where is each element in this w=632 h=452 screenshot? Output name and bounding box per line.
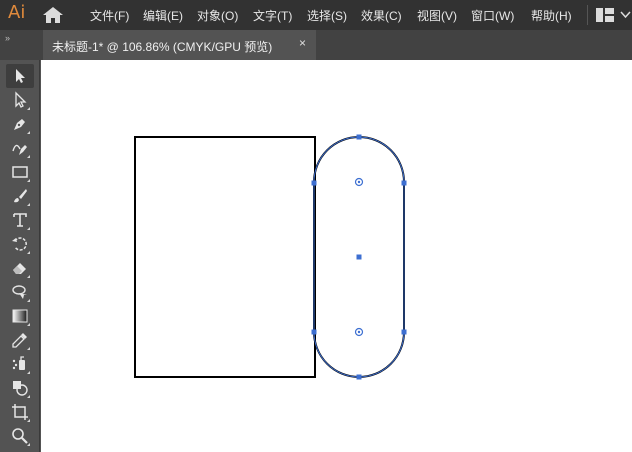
- menu-bar: Ai 文件(F) 编辑(E) 对象(O) 文字(T) 选择(S) 效果(C) 视…: [0, 0, 632, 30]
- flyout-indicator: [27, 347, 30, 350]
- menu-edit[interactable]: 编辑(E): [143, 7, 183, 24]
- close-tab-button[interactable]: ×: [299, 36, 306, 50]
- flyout-indicator: [27, 443, 30, 446]
- artboard-tool[interactable]: [6, 400, 34, 424]
- arrow-icon: [16, 69, 25, 83]
- menu-window[interactable]: 窗口(W): [471, 7, 514, 24]
- menu-help[interactable]: 帮助(H): [531, 7, 572, 24]
- menu-effect[interactable]: 效果(C): [361, 7, 402, 24]
- flyout-indicator: [27, 275, 30, 278]
- home-icon[interactable]: [42, 6, 64, 24]
- flyout-indicator: [27, 107, 30, 110]
- anchor-point[interactable]: [311, 180, 317, 186]
- gradient-tool[interactable]: [6, 304, 34, 328]
- panel-collapse-icon[interactable]: »: [5, 33, 10, 43]
- pen-tool[interactable]: [6, 112, 34, 136]
- anchor-point[interactable]: [356, 134, 362, 140]
- symbol-sprayer-tool[interactable]: [6, 352, 34, 376]
- rectangle-shape[interactable]: [134, 136, 316, 378]
- paintbrush-tool[interactable]: [6, 184, 34, 208]
- anchor-point[interactable]: [401, 329, 407, 335]
- tools-panel: [0, 60, 40, 452]
- menu-object[interactable]: 对象(O): [197, 7, 238, 24]
- artwork[interactable]: [41, 60, 632, 452]
- flyout-indicator: [27, 371, 30, 374]
- workspace-switcher-icon[interactable]: [596, 8, 614, 22]
- flyout-indicator: [27, 179, 30, 182]
- menu-view[interactable]: 视图(V): [417, 7, 457, 24]
- eyedropper-tool[interactable]: [6, 328, 34, 352]
- menu-type[interactable]: 文字(T): [253, 7, 292, 24]
- flyout-indicator: [27, 299, 30, 302]
- flyout-indicator: [27, 251, 30, 254]
- selection-overlay: [311, 134, 407, 380]
- app-logo: Ai: [8, 2, 26, 23]
- anchor-point[interactable]: [311, 329, 317, 335]
- flyout-indicator: [27, 419, 30, 422]
- eraser-tool[interactable]: [6, 256, 34, 280]
- document-tab-title: 未标题-1* @ 106.86% (CMYK/GPU 预览): [52, 40, 273, 54]
- flyout-indicator: [27, 323, 30, 326]
- flyout-indicator: [27, 203, 30, 206]
- corner-widget[interactable]: [354, 327, 364, 337]
- type-tool[interactable]: [6, 208, 34, 232]
- selection-tool[interactable]: [6, 64, 34, 88]
- center-point: [356, 254, 362, 260]
- flyout-indicator: [27, 227, 30, 230]
- artboard-canvas[interactable]: [41, 60, 632, 452]
- corner-widget[interactable]: [354, 177, 364, 187]
- flyout-indicator: [27, 155, 30, 158]
- flyout-indicator: [27, 395, 30, 398]
- lasso-tool[interactable]: [6, 280, 34, 304]
- curvature-tool[interactable]: [6, 136, 34, 160]
- menu-divider: [587, 5, 588, 25]
- anchor-point[interactable]: [401, 180, 407, 186]
- rotate-tool[interactable]: [6, 232, 34, 256]
- flyout-indicator: [27, 131, 30, 134]
- menu-file[interactable]: 文件(F): [90, 7, 129, 24]
- rectangle-tool[interactable]: [6, 160, 34, 184]
- anchor-point[interactable]: [356, 374, 362, 380]
- zoom-tool[interactable]: [6, 424, 34, 448]
- shape-builder-tool[interactable]: [6, 376, 34, 400]
- direct-selection-tool[interactable]: [6, 88, 34, 112]
- document-tab[interactable]: 未标题-1* @ 106.86% (CMYK/GPU 预览) ×: [43, 30, 316, 60]
- chevron-down-icon[interactable]: [619, 8, 632, 21]
- menu-select[interactable]: 选择(S): [307, 7, 347, 24]
